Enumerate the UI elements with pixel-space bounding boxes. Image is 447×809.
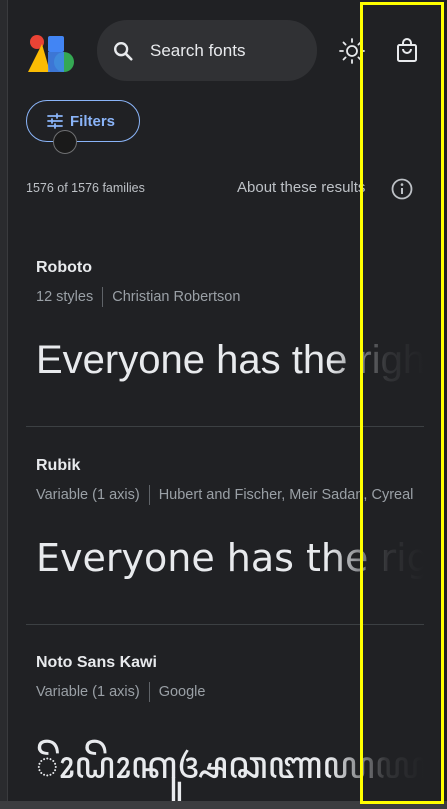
filters-button[interactable]: Filters <box>26 100 140 142</box>
card-divider <box>26 624 424 625</box>
sample-fade <box>329 530 424 590</box>
results-count: 1576 of 1576 families <box>26 181 145 195</box>
mouse-cursor <box>53 130 77 154</box>
font-styles: Variable (1 axis) <box>36 487 140 503</box>
search-placeholder: Search fonts <box>150 40 246 60</box>
font-name: Roboto <box>36 259 92 276</box>
search-icon <box>114 41 133 61</box>
font-name: Noto Sans Kawi <box>36 654 157 671</box>
filters-label: Filters <box>70 112 116 130</box>
bottom-frame <box>0 801 447 809</box>
font-styles: Variable (1 axis) <box>36 684 140 700</box>
meta-separator <box>148 682 150 702</box>
search-input[interactable]: Search fonts <box>97 20 317 81</box>
font-card-roboto[interactable]: Roboto 12 styles Christian Robertson Eve… <box>26 250 424 426</box>
font-card-noto-sans-kawi[interactable]: Noto Sans Kawi Variable (1 axis) Google … <box>26 645 424 809</box>
meta-separator <box>102 287 104 307</box>
font-name: Rubik <box>36 457 81 474</box>
font-designer: Hubert and Fischer, Meir Sadan, Cyreal <box>158 487 414 503</box>
font-designer: Google <box>158 684 206 700</box>
about-results-link[interactable]: About these results <box>237 179 365 196</box>
brightness-icon[interactable] <box>338 37 366 65</box>
card-divider <box>26 426 424 427</box>
font-card-rubik[interactable]: Rubik Variable (1 axis) Hubert and Fisch… <box>26 448 424 624</box>
shopping-bag-icon[interactable] <box>393 37 421 65</box>
tune-icon <box>47 113 63 129</box>
info-icon[interactable] <box>391 178 413 200</box>
google-fonts-logo[interactable] <box>28 34 74 72</box>
meta-separator <box>148 485 150 505</box>
font-meta: Variable (1 axis) Hubert and Fischer, Me… <box>36 485 413 505</box>
sample-fade <box>329 332 424 392</box>
font-meta: Variable (1 axis) Google <box>36 682 205 702</box>
font-styles: 12 styles <box>36 289 94 305</box>
font-designer: Christian Robertson <box>112 289 241 305</box>
app-window: Search fonts Filters 1576 of 1576 famili… <box>0 0 447 809</box>
sample-fade <box>329 731 424 791</box>
font-meta: 12 styles Christian Robertson <box>36 287 240 307</box>
